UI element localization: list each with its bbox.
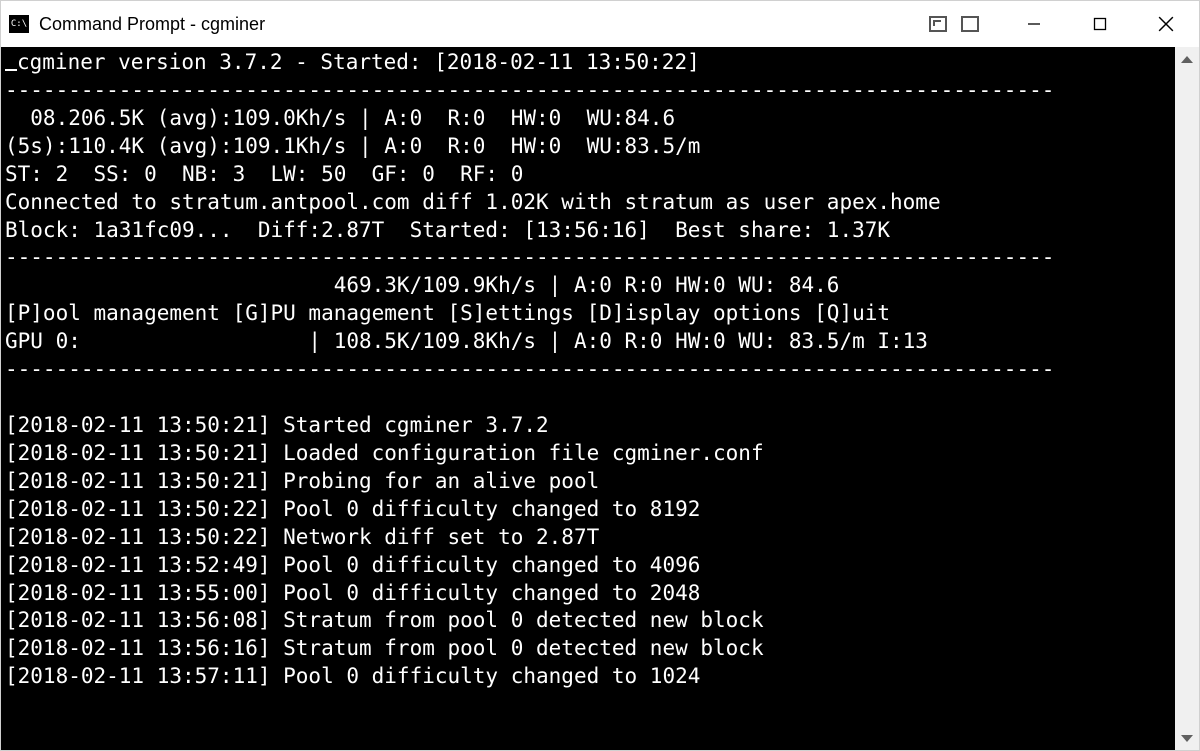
stats-line-2: (5s):110.4K (avg):109.1Kh/s | A:0 R:0 HW… <box>5 134 700 158</box>
vertical-scrollbar[interactable] <box>1175 47 1199 750</box>
log-line: [2018-02-11 13:50:21] Started cgminer 3.… <box>5 413 549 437</box>
log-line: [2018-02-11 13:50:22] Pool 0 difficulty … <box>5 497 700 521</box>
divider: ----------------------------------------… <box>5 78 1054 102</box>
log-line: [2018-02-11 13:56:16] Stratum from pool … <box>5 636 764 660</box>
cmd-icon <box>9 15 29 33</box>
log-line: [2018-02-11 13:56:08] Stratum from pool … <box>5 608 764 632</box>
scroll-down-icon[interactable] <box>1175 726 1199 750</box>
window-title: Command Prompt - cgminer <box>39 14 265 35</box>
scroll-up-icon[interactable] <box>1175 47 1199 71</box>
log-line: [2018-02-11 13:50:21] Probing for an ali… <box>5 469 599 493</box>
cursor-icon <box>5 69 17 71</box>
log-line: [2018-02-11 13:55:00] Pool 0 difficulty … <box>5 581 700 605</box>
log-line: [2018-02-11 13:57:11] Pool 0 difficulty … <box>5 664 700 688</box>
stats-block: Block: 1a31fc09... Diff:2.87T Started: [… <box>5 218 890 242</box>
titlebar[interactable]: Command Prompt - cgminer <box>1 1 1199 47</box>
stats-line-1: 08.206.5K (avg):109.0Kh/s | A:0 R:0 HW:0… <box>5 106 675 130</box>
log-line: [2018-02-11 13:52:49] Pool 0 difficulty … <box>5 553 700 577</box>
window: Command Prompt - cgminer cgminer version… <box>0 0 1200 751</box>
divider: ----------------------------------------… <box>5 357 1054 381</box>
page-icon[interactable] <box>929 16 947 32</box>
stats-connected: Connected to stratum.antpool.com diff 1.… <box>5 190 941 214</box>
menu-line: [P]ool management [G]PU management [S]et… <box>5 301 890 325</box>
stats-line-3: ST: 2 SS: 0 NB: 3 LW: 50 GF: 0 RF: 0 <box>5 162 523 186</box>
minimize-button[interactable] <box>1001 1 1067 47</box>
scroll-track[interactable] <box>1175 71 1199 726</box>
content-area: cgminer version 3.7.2 - Started: [2018-0… <box>1 47 1199 750</box>
window-controls <box>1001 1 1199 47</box>
gpu-line: GPU 0: | 108.5K/109.8Kh/s | A:0 R:0 HW:0… <box>5 329 928 353</box>
log-line: [2018-02-11 13:50:22] Network diff set t… <box>5 525 599 549</box>
log-line: [2018-02-11 13:50:21] Loaded configurati… <box>5 441 764 465</box>
summary-line: 469.3K/109.9Kh/s | A:0 R:0 HW:0 WU: 84.6 <box>5 273 839 297</box>
divider: ----------------------------------------… <box>5 245 1054 269</box>
box-icon[interactable] <box>961 16 979 32</box>
titlebar-extra-icons <box>929 16 979 32</box>
terminal-output[interactable]: cgminer version 3.7.2 - Started: [2018-0… <box>1 47 1175 750</box>
maximize-button[interactable] <box>1067 1 1133 47</box>
version-line: cgminer version 3.7.2 - Started: [2018-0… <box>17 50 700 74</box>
close-button[interactable] <box>1133 1 1199 47</box>
